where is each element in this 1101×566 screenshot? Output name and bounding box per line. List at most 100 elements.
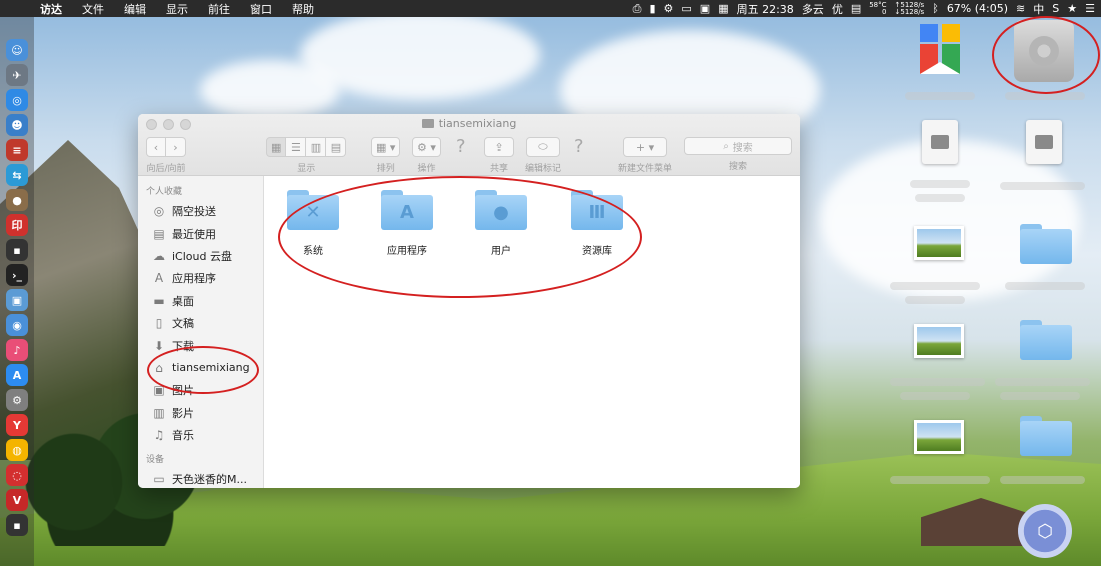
sidebar-item-icloud[interactable]: ☁ iCloud 云盘: [138, 245, 263, 267]
sidebar-item-recents[interactable]: ▤ 最近使用: [138, 222, 263, 244]
folder-item-library[interactable]: Ⅲ 资源库: [552, 190, 642, 257]
system-prefs-dock-icon[interactable]: ⚙: [6, 389, 28, 411]
disk-image-desktop-icon[interactable]: [1026, 120, 1062, 164]
screenshot-desktop-icon[interactable]: [914, 420, 964, 454]
siri-dock-icon[interactable]: ◉: [6, 314, 28, 336]
movies-icon: ▥: [153, 405, 165, 420]
s-app-icon[interactable]: S: [1052, 2, 1059, 15]
folder-desktop-icon[interactable]: [1020, 416, 1072, 456]
menu-edit[interactable]: 编辑: [114, 1, 156, 17]
applications-folder-icon: A: [381, 190, 433, 230]
grid-icon[interactable]: ▦: [718, 2, 728, 15]
sidebar-item-documents[interactable]: ▯ 文稿: [138, 312, 263, 334]
disk-image-desktop-icon[interactable]: [922, 120, 958, 164]
edit-tags-button[interactable]: ⬭: [526, 137, 560, 157]
sidebar-item-desktop[interactable]: ▬ 桌面: [138, 290, 263, 312]
search-placeholder: 搜索: [732, 142, 753, 154]
folder-item-applications[interactable]: A 应用程序: [362, 190, 452, 257]
console-dock-icon[interactable]: ▪: [6, 514, 28, 536]
launchpad-dock-icon[interactable]: ✈: [6, 64, 28, 86]
chrome-dock-icon[interactable]: ◍: [6, 439, 28, 461]
menu-go[interactable]: 前往: [198, 1, 240, 17]
dark-app-dock-icon[interactable]: ▪: [6, 239, 28, 261]
finder-dock-icon[interactable]: ☺: [6, 39, 28, 61]
new-folder-label: 新建文件菜单: [618, 164, 673, 174]
vivaldi-dock-icon[interactable]: V: [6, 489, 28, 511]
action-button[interactable]: ⚙ ▾: [412, 137, 441, 157]
sidebar-item-applications[interactable]: A 应用程序: [138, 267, 263, 289]
folder-item-system[interactable]: ✕ 系统: [268, 190, 358, 257]
colorful-app-desktop-icon[interactable]: [918, 22, 962, 80]
sidebar-item-airdrop[interactable]: ◎ 隔空投送: [138, 200, 263, 222]
battery-status[interactable]: 67% (4:05): [947, 2, 1008, 15]
search-label: 搜索: [728, 162, 747, 172]
search-input[interactable]: ⌕ 搜索: [684, 137, 792, 155]
star-icon[interactable]: ★: [1067, 2, 1077, 15]
network-monitor[interactable]: ↑5128/s ↓5128/s: [895, 1, 925, 16]
display-icon[interactable]: ▤: [851, 2, 861, 15]
wifi-icon[interactable]: ≋: [1016, 2, 1025, 15]
safari-dock-icon[interactable]: ◎: [6, 89, 28, 111]
sidebar-item-device[interactable]: ▭ 天色迷香的M...: [138, 468, 263, 488]
input-method[interactable]: 中: [1033, 1, 1044, 17]
menu-view[interactable]: 显示: [156, 1, 198, 17]
migration-dock-icon[interactable]: ⇆: [6, 164, 28, 186]
sidebar-item-pictures[interactable]: ▣ 图片: [138, 379, 263, 401]
preview-dock-icon[interactable]: ▣: [6, 289, 28, 311]
menu-file[interactable]: 文件: [72, 1, 114, 17]
printer-icon[interactable]: ⎙: [633, 2, 642, 16]
folder-desktop-icon[interactable]: [1020, 320, 1072, 360]
gallery-view-button[interactable]: ▤: [326, 137, 347, 157]
desktop-icon-label: [915, 194, 965, 202]
list-icon[interactable]: ☰: [1085, 2, 1095, 15]
menu-window[interactable]: 窗口: [240, 1, 282, 17]
cpu-monitor[interactable]: 58°C 0: [869, 1, 886, 16]
window-icon[interactable]: ▣: [700, 2, 710, 15]
sidebar-item-music[interactable]: ♫ 音乐: [138, 424, 263, 446]
help-toolbar-item[interactable]: ?: [456, 137, 466, 157]
monitor-icon[interactable]: ▭: [681, 2, 691, 15]
list-view-button[interactable]: ☰: [286, 137, 307, 157]
music-icon: ♫: [153, 428, 165, 443]
red-app-dock-icon[interactable]: 印: [6, 214, 28, 236]
hard-drive-desktop-icon[interactable]: [1014, 20, 1074, 82]
yandex-dock-icon[interactable]: Y: [6, 414, 28, 436]
menu-help[interactable]: 帮助: [282, 1, 324, 17]
arrange-button[interactable]: ▦ ▾: [371, 137, 401, 157]
terminal-dock-icon[interactable]: ›_: [6, 264, 28, 286]
new-folder-menu-button[interactable]: + ▾: [623, 137, 667, 157]
menu-app-name[interactable]: 访达: [30, 1, 72, 17]
floating-assistant-button[interactable]: ⬡: [1018, 504, 1072, 558]
share-button[interactable]: ⇪: [484, 137, 514, 157]
sidebar-item-label: iCloud 云盘: [172, 249, 232, 263]
app-store-dock-icon[interactable]: A: [6, 364, 28, 386]
list-view-icon: ☰: [290, 140, 301, 154]
sidebar-item-downloads[interactable]: ⬇ 下载: [138, 334, 263, 356]
contacts-dock-icon[interactable]: ☻: [6, 114, 28, 136]
sidebar-item-home[interactable]: ⌂ tiansemixiang: [138, 357, 263, 379]
itunes-dock-icon[interactable]: ♪: [6, 339, 28, 361]
bluetooth-icon[interactable]: ᛒ: [932, 2, 939, 15]
forward-button[interactable]: ›: [166, 137, 186, 157]
netease-dock-icon[interactable]: ◌: [6, 464, 28, 486]
photo-app-dock-icon[interactable]: ●: [6, 189, 28, 211]
sidebar-item-movies[interactable]: ▥ 影片: [138, 402, 263, 424]
help-toolbar-item-2[interactable]: ?: [574, 137, 584, 157]
applications-icon: A: [154, 271, 164, 286]
menu-datetime[interactable]: 周五 22:38: [737, 1, 794, 17]
icon-view-button[interactable]: ▦: [266, 137, 287, 157]
settings-icon[interactable]: ⚙: [664, 2, 674, 15]
screenshot-desktop-icon[interactable]: [914, 324, 964, 358]
back-button[interactable]: ‹: [146, 137, 166, 157]
menu-weather[interactable]: 多云: [802, 1, 824, 17]
sidebar-item-label: 文稿: [172, 317, 194, 331]
folder-label: 用户: [491, 246, 511, 257]
folder-desktop-icon[interactable]: [1020, 224, 1072, 264]
column-view-button[interactable]: ▥: [306, 137, 327, 157]
news-dock-icon[interactable]: ≡: [6, 139, 28, 161]
bookmark-icon[interactable]: ▮: [649, 2, 655, 15]
folder-item-users[interactable]: ● 用户: [456, 190, 546, 257]
disk-image-icon: [922, 120, 958, 164]
menu-air-quality: 优: [831, 2, 843, 16]
screenshot-desktop-icon[interactable]: [914, 226, 964, 260]
